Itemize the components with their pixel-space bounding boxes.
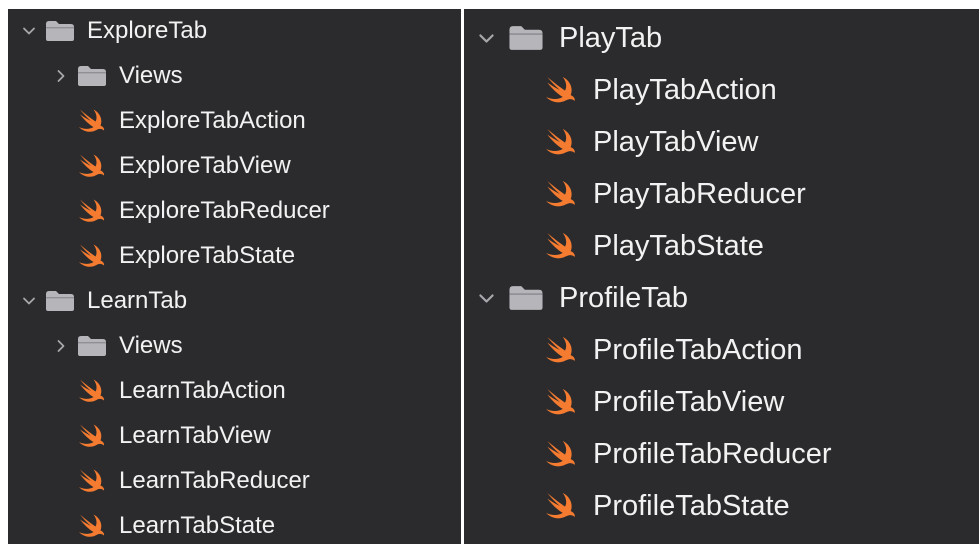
swift-file-icon <box>78 108 106 134</box>
folder-icon <box>77 65 107 87</box>
file-row[interactable]: PlayTabReducer <box>464 171 979 217</box>
chevron-right-icon[interactable] <box>54 69 68 83</box>
folder-row-views[interactable]: Views <box>8 56 461 96</box>
folder-icon <box>508 25 544 51</box>
file-row[interactable]: ExploreTabView <box>8 146 461 186</box>
swift-file-icon <box>545 179 577 209</box>
swift-file-icon <box>545 387 577 417</box>
file-row[interactable]: ProfileTabView <box>464 379 979 425</box>
file-label: LearnTabView <box>119 422 271 449</box>
file-label: ProfileTabView <box>593 385 785 418</box>
chevron-down-icon[interactable] <box>22 24 36 38</box>
folder-label: ExploreTab <box>87 17 208 44</box>
file-row[interactable]: ProfileTabAction <box>464 327 979 373</box>
file-label: ExploreTabAction <box>119 107 306 134</box>
folder-label: LearnTab <box>87 287 188 314</box>
file-label: LearnTabAction <box>119 377 286 404</box>
file-row[interactable]: PlayTabAction <box>464 67 979 113</box>
file-label: ProfileTabReducer <box>593 437 832 470</box>
folder-icon <box>45 290 75 312</box>
file-row[interactable]: ExploreTabAction <box>8 101 461 141</box>
swift-file-icon <box>545 439 577 469</box>
folder-icon <box>45 20 75 42</box>
file-label: ExploreTabState <box>119 242 296 269</box>
file-row[interactable]: ExploreTabReducer <box>8 191 461 231</box>
swift-file-icon <box>545 75 577 105</box>
file-row[interactable]: LearnTabState <box>8 506 461 544</box>
file-row[interactable]: ProfileTabReducer <box>464 431 979 477</box>
folder-label: ProfileTab <box>559 281 688 314</box>
file-label: PlayTabReducer <box>593 177 806 210</box>
file-label: ExploreTabReducer <box>119 197 330 224</box>
chevron-down-icon[interactable] <box>22 294 36 308</box>
right-navigator-pane: PlayTab PlayTabAction PlayTabView PlayTa… <box>464 9 979 544</box>
swift-file-icon <box>78 243 106 269</box>
file-label: PlayTabAction <box>593 73 777 106</box>
file-label: PlayTabView <box>593 125 759 158</box>
folder-row-views[interactable]: Views <box>8 326 461 366</box>
folder-row-profiletab[interactable]: ProfileTab <box>464 275 979 321</box>
swift-file-icon <box>78 378 106 404</box>
swift-file-icon <box>545 127 577 157</box>
chevron-down-icon[interactable] <box>478 30 495 47</box>
chevron-right-icon[interactable] <box>54 339 68 353</box>
folder-icon <box>77 335 107 357</box>
folder-label: Views <box>119 332 183 359</box>
file-row[interactable]: PlayTabState <box>464 223 979 269</box>
chevron-down-icon[interactable] <box>478 290 495 307</box>
file-label: LearnTabState <box>119 512 276 539</box>
file-label: ProfileTabAction <box>593 333 803 366</box>
file-row[interactable]: LearnTabReducer <box>8 461 461 501</box>
folder-label: PlayTab <box>559 21 663 54</box>
swift-file-icon <box>545 335 577 365</box>
folder-row-exploretab[interactable]: ExploreTab <box>8 11 461 51</box>
swift-file-icon <box>78 198 106 224</box>
left-navigator-pane: ExploreTab Views ExploreTabAction Explor… <box>8 9 461 544</box>
folder-row-playtab[interactable]: PlayTab <box>464 15 979 61</box>
file-label: LearnTabReducer <box>119 467 310 494</box>
file-row[interactable]: LearnTabAction <box>8 371 461 411</box>
swift-file-icon <box>78 423 106 449</box>
swift-file-icon <box>78 468 106 494</box>
swift-file-icon <box>78 513 106 539</box>
swift-file-icon <box>78 153 106 179</box>
folder-label: Views <box>119 62 183 89</box>
swift-file-icon <box>545 231 577 261</box>
file-row[interactable]: LearnTabView <box>8 416 461 456</box>
folder-row-learntab[interactable]: LearnTab <box>8 281 461 321</box>
file-label: ProfileTabState <box>593 489 790 522</box>
file-row[interactable]: PlayTabView <box>464 119 979 165</box>
file-label: ExploreTabView <box>119 152 291 179</box>
file-row[interactable]: ExploreTabState <box>8 236 461 276</box>
folder-icon <box>508 285 544 311</box>
file-row[interactable]: ProfileTabState <box>464 483 979 529</box>
file-label: PlayTabState <box>593 229 764 262</box>
swift-file-icon <box>545 491 577 521</box>
